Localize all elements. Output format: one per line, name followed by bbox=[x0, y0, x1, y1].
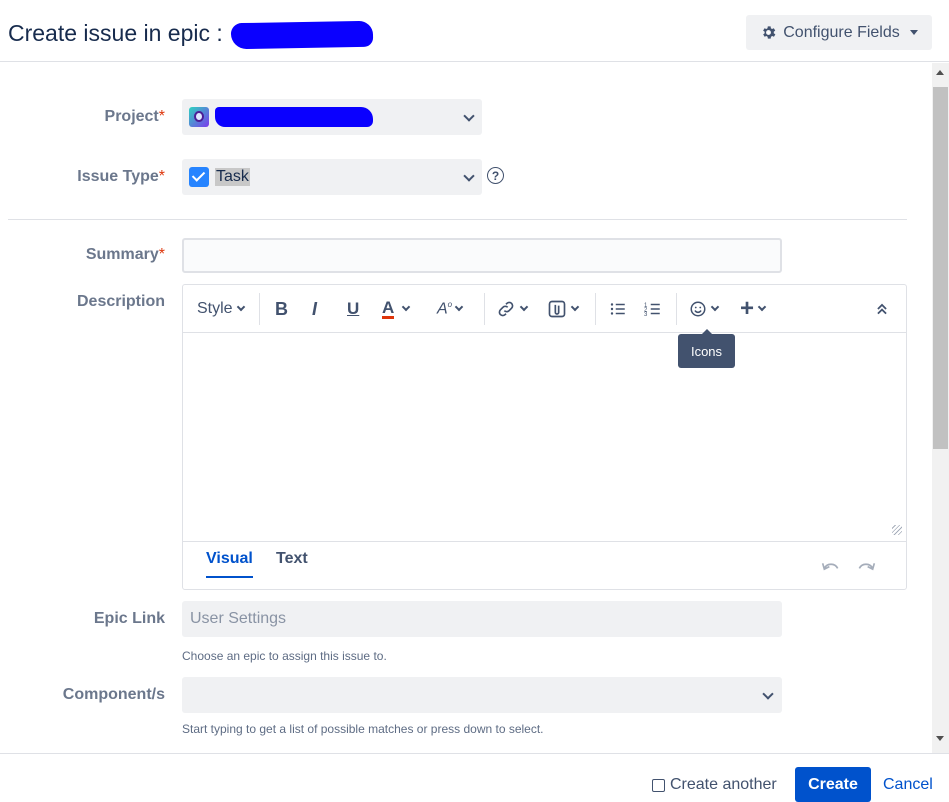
attachment-icon[interactable] bbox=[547, 298, 580, 320]
dialog-header: Create issue in epic : Configure Fields bbox=[0, 0, 949, 62]
style-dropdown[interactable]: Style bbox=[197, 298, 245, 320]
gear-icon bbox=[760, 24, 777, 41]
task-type-icon bbox=[189, 167, 209, 187]
scroll-down-icon[interactable] bbox=[936, 736, 944, 741]
vertical-scrollbar[interactable] bbox=[932, 63, 949, 753]
dialog-body: Project* Issue Type* Task ? Summary* Des… bbox=[0, 63, 932, 753]
emoji-icon[interactable] bbox=[689, 298, 720, 320]
redo-icon[interactable] bbox=[856, 558, 876, 572]
project-avatar-icon bbox=[189, 107, 209, 127]
collapse-icon[interactable] bbox=[875, 298, 889, 320]
redacted-project-name bbox=[215, 107, 373, 127]
editor-footer: Visual Text bbox=[183, 541, 906, 589]
undo-icon[interactable] bbox=[821, 558, 841, 572]
issue-type-value: Task bbox=[215, 168, 250, 186]
chevron-down-icon bbox=[463, 110, 475, 122]
epic-link-placeholder: User Settings bbox=[190, 610, 287, 627]
numbered-list-icon[interactable]: 123 bbox=[644, 298, 662, 320]
project-label: Project* bbox=[104, 108, 165, 125]
description-editor: Style B I U A Ao 123 + Icons Visual Text bbox=[182, 284, 907, 590]
underline-icon[interactable]: U bbox=[347, 298, 359, 320]
component-hint: Start typing to get a list of possible m… bbox=[182, 722, 544, 736]
summary-input[interactable] bbox=[182, 238, 782, 273]
create-another-checkbox[interactable] bbox=[652, 778, 665, 792]
text-color-icon[interactable]: A bbox=[382, 298, 411, 320]
editor-text-area[interactable] bbox=[183, 334, 906, 540]
issue-type-label: Issue Type* bbox=[77, 168, 165, 185]
configure-fields-button[interactable]: Configure Fields bbox=[746, 15, 932, 50]
scrollbar-thumb[interactable] bbox=[933, 87, 948, 449]
epic-link-input[interactable]: User Settings bbox=[182, 601, 782, 637]
component-label: Component/s bbox=[62, 686, 165, 703]
project-select[interactable] bbox=[182, 99, 482, 135]
svg-text:3: 3 bbox=[644, 312, 648, 318]
dialog-title: Create issue in epic : bbox=[8, 20, 373, 50]
insert-icon[interactable]: + bbox=[740, 295, 767, 322]
toolbar-separator bbox=[484, 293, 485, 325]
chevron-down-icon bbox=[463, 170, 475, 182]
scroll-up-icon[interactable] bbox=[936, 70, 944, 75]
configure-fields-label: Configure Fields bbox=[783, 23, 900, 41]
create-another-toggle[interactable]: Create another bbox=[652, 776, 777, 794]
style-dropdown-label: Style bbox=[197, 300, 233, 317]
dialog-title-text: Create issue in epic : bbox=[8, 20, 223, 46]
component-select[interactable] bbox=[182, 677, 782, 713]
epic-link-label: Epic Link bbox=[93, 610, 165, 627]
cancel-link[interactable]: Cancel bbox=[883, 776, 933, 794]
tab-text[interactable]: Text bbox=[276, 550, 308, 578]
redacted-epic-name bbox=[230, 20, 373, 50]
create-button[interactable]: Create bbox=[795, 767, 871, 802]
epic-link-hint: Choose an epic to assign this issue to. bbox=[182, 649, 387, 663]
tab-visual[interactable]: Visual bbox=[206, 550, 253, 578]
dialog-footer: Create another Create Cancel bbox=[0, 753, 949, 802]
toolbar-separator bbox=[259, 293, 260, 325]
help-icon[interactable]: ? bbox=[487, 167, 504, 184]
editor-toolbar: Style B I U A Ao 123 + Icons bbox=[183, 285, 906, 368]
issue-type-select[interactable]: Task bbox=[182, 159, 482, 195]
summary-label: Summary* bbox=[85, 246, 165, 263]
description-label: Description bbox=[76, 293, 165, 310]
resize-handle-icon[interactable] bbox=[892, 525, 902, 535]
create-another-label: Create another bbox=[670, 776, 777, 793]
chevron-down-icon bbox=[762, 688, 774, 700]
bold-icon[interactable]: B bbox=[275, 298, 288, 320]
toolbar-separator bbox=[676, 293, 677, 325]
bullet-list-icon[interactable] bbox=[609, 298, 627, 320]
section-divider bbox=[8, 219, 907, 220]
more-formatting-icon[interactable]: Ao bbox=[437, 298, 464, 320]
italic-icon[interactable]: I bbox=[312, 298, 317, 320]
caret-down-icon bbox=[909, 30, 918, 35]
toolbar-separator bbox=[595, 293, 596, 325]
link-icon[interactable] bbox=[496, 298, 529, 320]
